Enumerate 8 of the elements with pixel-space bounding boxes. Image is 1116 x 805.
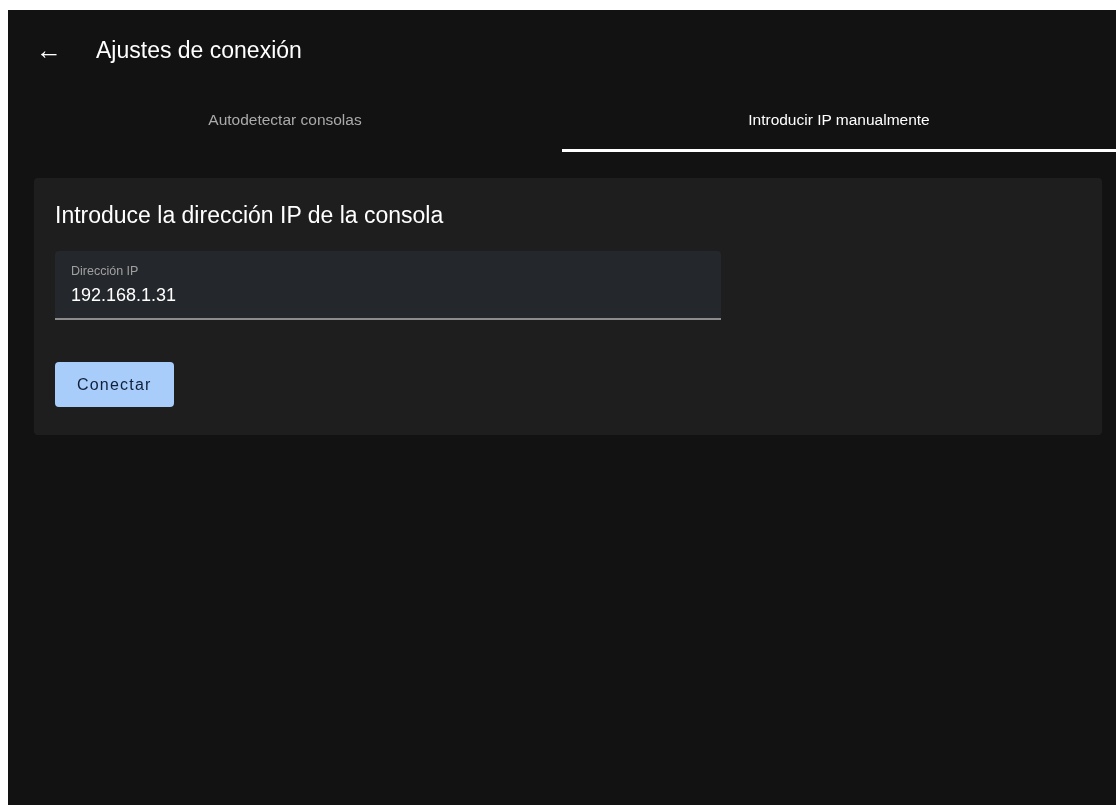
page-title: Ajustes de conexión — [96, 36, 302, 64]
tab[interactable]: Autodetectar consolas — [8, 90, 562, 152]
connect-button[interactable]: Conectar — [55, 362, 174, 407]
field-value: 192.168.1.31 — [71, 284, 177, 307]
tab[interactable]: Introducir IP manualmente — [562, 90, 1116, 152]
field-label: Dirección IP — [71, 264, 139, 278]
input-field[interactable]: Dirección IP 192.168.1.31 — [55, 251, 721, 320]
section-heading: Introduce la dirección IP de la consola — [55, 202, 445, 229]
